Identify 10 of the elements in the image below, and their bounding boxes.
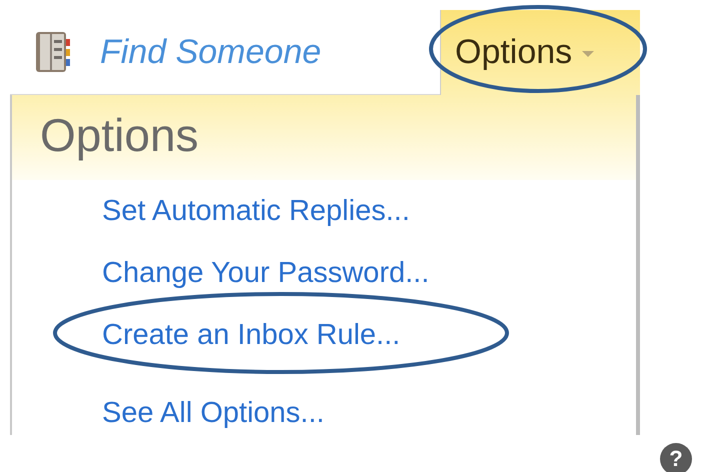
help-button[interactable]: ? bbox=[660, 443, 692, 472]
caret-icon bbox=[582, 51, 594, 58]
menu-link[interactable]: Set Automatic Replies... bbox=[102, 195, 410, 227]
panel-title: Options bbox=[12, 95, 636, 180]
menu-link[interactable]: Create an Inbox Rule... bbox=[102, 319, 400, 351]
menu-link[interactable]: See All Options... bbox=[102, 397, 324, 429]
options-button[interactable]: Options bbox=[440, 10, 640, 95]
find-someone-link[interactable]: Find Someone bbox=[100, 26, 322, 78]
address-book-icon bbox=[34, 29, 72, 75]
menu-link[interactable]: Change Your Password... bbox=[102, 257, 430, 289]
